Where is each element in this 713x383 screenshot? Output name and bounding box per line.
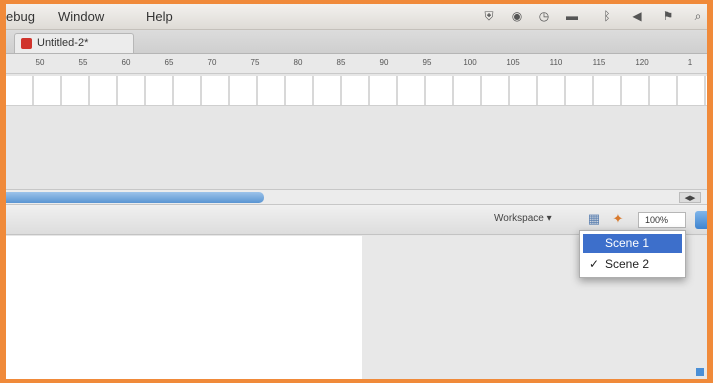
timeline-scroll-thumb[interactable] bbox=[6, 192, 264, 203]
menu-help[interactable]: Help bbox=[146, 9, 173, 24]
scene-menu: Scene 1 ✓ Scene 2 bbox=[579, 230, 686, 278]
ruler-tick: 50 bbox=[35, 58, 45, 67]
panel-toggle-button[interactable] bbox=[695, 211, 707, 229]
ruler-tick: 90 bbox=[379, 58, 389, 67]
scroll-arrows-icon[interactable]: ◀▶ bbox=[679, 192, 701, 203]
resize-grip-icon[interactable] bbox=[696, 368, 704, 376]
ruler-tick: 75 bbox=[250, 58, 260, 67]
scene-item-label: Scene 1 bbox=[605, 236, 650, 250]
ruler-tick: 85 bbox=[336, 58, 346, 67]
ruler-tick: 115 bbox=[592, 58, 606, 67]
clock-icon[interactable]: ◷ bbox=[537, 9, 551, 23]
spotlight-icon[interactable]: ⌕ bbox=[691, 9, 705, 23]
ruler-tick: 55 bbox=[78, 58, 88, 67]
timeline-layers-area[interactable] bbox=[6, 106, 707, 189]
ruler-tick: 105 bbox=[506, 58, 520, 67]
wifi-icon[interactable]: ◉ bbox=[510, 9, 524, 23]
ruler-tick: 65 bbox=[164, 58, 174, 67]
ruler-tick: 70 bbox=[207, 58, 217, 67]
menu-bar: ebug Window Help ⛨ ◉ ◷ ▬ ᛒ ◀ ⚑ ⌕ bbox=[6, 4, 707, 30]
volume-icon[interactable]: ◀ bbox=[630, 9, 644, 23]
ruler-tick: 95 bbox=[422, 58, 432, 67]
scene-menu-item-2[interactable]: ✓ Scene 2 bbox=[583, 255, 682, 274]
scene-item-label: Scene 2 bbox=[605, 257, 650, 271]
zoom-field[interactable]: 100% bbox=[638, 212, 686, 228]
document-icon bbox=[21, 38, 32, 49]
app-window: ebug Window Help ⛨ ◉ ◷ ▬ ᛒ ◀ ⚑ ⌕ Untitle… bbox=[6, 4, 707, 379]
workspace-dropdown[interactable]: Workspace ▾ bbox=[494, 213, 552, 224]
bluetooth-icon[interactable]: ᛒ bbox=[600, 9, 614, 23]
document-tab-label: Untitled-2* bbox=[37, 37, 89, 49]
document-tab-bar: Untitled-2* bbox=[6, 30, 707, 54]
ruler-tick: 80 bbox=[293, 58, 303, 67]
ruler-tick: 100 bbox=[463, 58, 477, 67]
shield-icon[interactable]: ⛨ bbox=[482, 9, 496, 23]
menu-window[interactable]: Window bbox=[58, 9, 104, 24]
edit-symbols-icon[interactable]: ✦ bbox=[610, 211, 626, 227]
stage-canvas[interactable] bbox=[6, 236, 362, 379]
ruler-tick: 60 bbox=[121, 58, 131, 67]
scene-menu-item-1[interactable]: Scene 1 bbox=[583, 234, 682, 253]
timeline-scrollbar[interactable]: ◀▶ bbox=[6, 189, 707, 205]
ruler-tick: 1 bbox=[687, 58, 693, 67]
checkmark-icon: ✓ bbox=[589, 257, 600, 271]
battery-icon[interactable]: ▬ bbox=[565, 9, 579, 23]
document-tab[interactable]: Untitled-2* bbox=[14, 33, 134, 53]
edit-scene-icon[interactable]: ▦ bbox=[586, 211, 602, 227]
flag-icon[interactable]: ⚑ bbox=[661, 9, 675, 23]
menu-debug[interactable]: ebug bbox=[6, 9, 35, 24]
ruler-tick: 110 bbox=[549, 58, 563, 67]
ruler-tick: 120 bbox=[635, 58, 649, 67]
timeline-ruler[interactable]: 50 55 60 65 70 75 80 85 90 95 100 105 11… bbox=[6, 54, 707, 74]
timeline-frames[interactable] bbox=[6, 76, 707, 106]
